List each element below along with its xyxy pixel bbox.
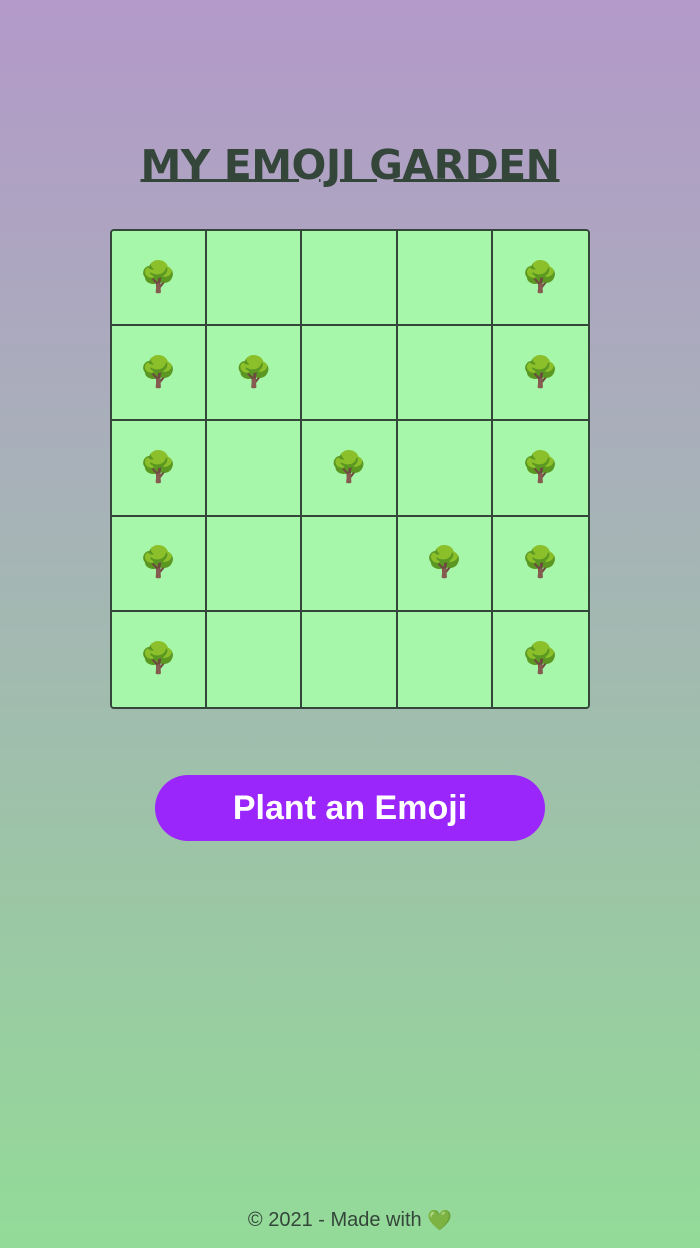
garden-plot[interactable]: [207, 231, 303, 327]
tree-icon: 🌳: [139, 546, 178, 580]
garden-plot[interactable]: 🌳: [492, 516, 588, 612]
garden-plot[interactable]: 🌳: [302, 421, 398, 517]
garden-plot[interactable]: [397, 326, 493, 422]
garden-grid: 🌳 🌳 🌳 🌳 🌳 🌳 🌳 🌳 🌳 🌳 🌳 🌳 🌳: [110, 229, 590, 709]
garden-plot[interactable]: 🌳: [492, 326, 588, 422]
garden-plot[interactable]: [207, 516, 303, 612]
garden-plot[interactable]: [302, 611, 398, 707]
plant-emoji-button[interactable]: Plant an Emoji: [155, 775, 545, 841]
footer: © 2021 - Made with 💚: [0, 1208, 700, 1233]
tree-icon: 🌳: [139, 450, 178, 484]
tree-icon: 🌳: [139, 642, 178, 676]
garden-plot[interactable]: 🌳: [492, 611, 588, 707]
tree-icon: 🌳: [521, 546, 560, 580]
garden-plot[interactable]: [207, 421, 303, 517]
tree-icon: 🌳: [521, 642, 560, 676]
garden-plot[interactable]: [397, 421, 493, 517]
garden-plot[interactable]: [397, 611, 493, 707]
tree-icon: 🌳: [330, 450, 368, 484]
tree-icon: 🌳: [139, 355, 178, 389]
garden-plot[interactable]: 🌳: [492, 231, 588, 327]
garden-plot[interactable]: 🌳: [112, 421, 208, 517]
garden-plot[interactable]: 🌳: [112, 326, 208, 422]
tree-icon: 🌳: [521, 355, 560, 389]
page-title: MY EMOJI GARDEN: [140, 141, 560, 189]
green-heart-icon: 💚: [427, 1210, 453, 1232]
garden-plot[interactable]: 🌳: [112, 231, 208, 327]
garden-plot[interactable]: [302, 326, 398, 422]
tree-icon: 🌳: [425, 546, 463, 580]
garden-plot[interactable]: 🌳: [112, 516, 208, 612]
garden-plot[interactable]: [302, 231, 398, 327]
garden-plot[interactable]: 🌳: [397, 516, 493, 612]
garden-plot[interactable]: [302, 516, 398, 612]
tree-icon: 🌳: [521, 260, 560, 294]
tree-icon: 🌳: [139, 260, 178, 294]
garden-plot[interactable]: 🌳: [207, 326, 303, 422]
tree-icon: 🌳: [235, 355, 273, 389]
tree-icon: 🌳: [521, 450, 560, 484]
garden-plot[interactable]: [207, 611, 303, 707]
footer-text: © 2021 - Made with: [247, 1209, 422, 1231]
garden-plot[interactable]: 🌳: [492, 421, 588, 517]
garden-plot[interactable]: [397, 231, 493, 327]
garden-plot[interactable]: 🌳: [112, 611, 208, 707]
